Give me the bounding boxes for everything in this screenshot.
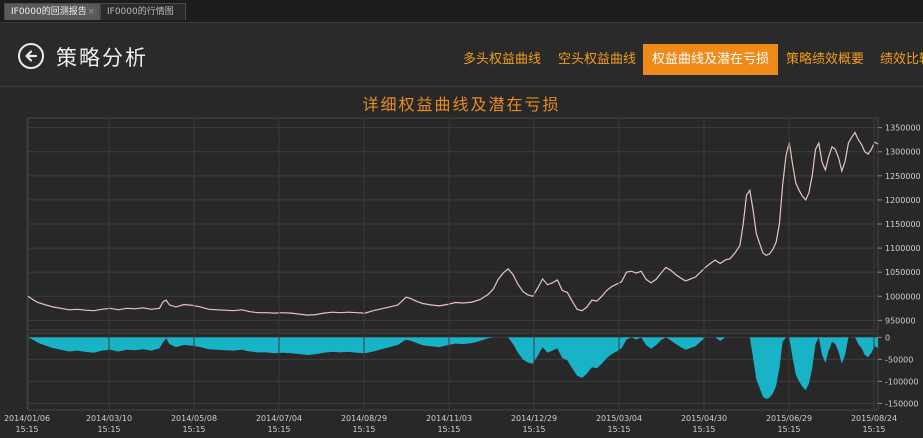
drawdown-y-axis: 0 -50000 -100000 -150000 — [878, 333, 918, 408]
equity-y-tick-label: 950000 — [885, 316, 916, 325]
equity-y-axis: 950000 1000000 1050000 1100000 1150000 120000… — [878, 124, 921, 325]
equity-grid — [27, 117, 879, 331]
x-tick-date: 2015/08/24 — [851, 414, 897, 423]
equity-y-tick-label: 1300000 — [885, 148, 921, 157]
x-tick-date: 2014/03/10 — [86, 414, 132, 423]
x-tick-time: 15:15 — [777, 425, 800, 434]
drawdown-y-tick-label: 0 — [885, 333, 890, 342]
equity-y-tick-label: 1250000 — [885, 172, 921, 181]
x-tick-date: 2014/12/29 — [511, 414, 557, 423]
x-tick-date: 2014/05/08 — [171, 414, 217, 423]
x-tick-time: 15:15 — [267, 425, 290, 434]
x-tick-date: 2014/07/04 — [256, 414, 302, 423]
x-tick-time: 15:15 — [692, 425, 715, 434]
x-tick-date: 2014/11/03 — [426, 414, 472, 423]
x-tick-date: 2014/08/29 — [341, 414, 387, 423]
equity-y-tick-label: 1100000 — [885, 244, 921, 253]
x-tick-time: 15:15 — [182, 425, 205, 434]
x-tick-date: 2015/03/04 — [596, 414, 642, 423]
equity-drawdown-chart: 950000 1000000 1050000 1100000 1150000 120000… — [4, 117, 921, 434]
equity-y-tick-label: 1200000 — [885, 196, 921, 205]
x-tick-date: 2014/01/06 — [4, 414, 50, 423]
equity-y-tick-label: 1150000 — [885, 220, 921, 229]
x-tick-time: 15:15 — [862, 425, 885, 434]
drawdown-y-tick-label: -100000 — [885, 377, 918, 386]
x-tick-time: 15:15 — [607, 425, 630, 434]
drawdown-y-tick-label: -150000 — [885, 399, 918, 408]
x-tick-date: 2015/04/30 — [681, 414, 727, 423]
x-tick-time: 15:15 — [437, 425, 460, 434]
drawdown-y-tick-label: -50000 — [885, 355, 913, 364]
equity-y-tick-label: 1050000 — [885, 268, 921, 277]
equity-y-tick-label: 1000000 — [885, 292, 921, 301]
x-tick-time: 15:15 — [352, 425, 375, 434]
x-tick-date: 2015/06/29 — [766, 414, 812, 423]
x-tick-time: 15:15 — [522, 425, 545, 434]
x-tick-time: 15:15 — [15, 425, 38, 434]
x-tick-time: 15:15 — [97, 425, 120, 434]
drawdown-area — [28, 337, 878, 399]
equity-y-tick-label: 1350000 — [885, 124, 921, 133]
